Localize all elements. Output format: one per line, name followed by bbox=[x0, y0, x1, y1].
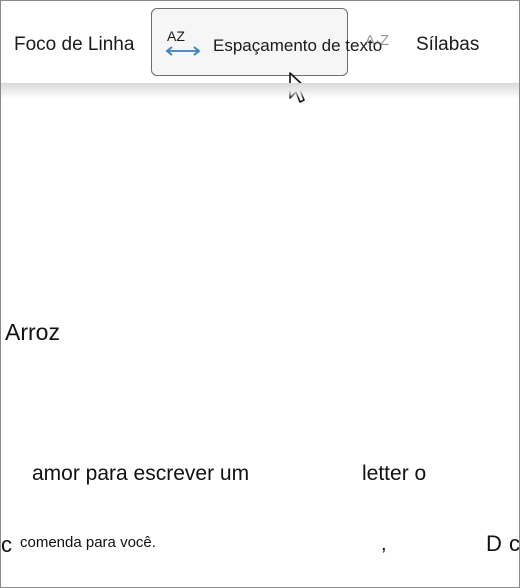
syllable-icon: A·Z bbox=[365, 32, 390, 49]
az-spacing-icon: AZ bbox=[165, 28, 201, 56]
text-line-2: comenda para você. bbox=[20, 534, 156, 551]
text-line-1-part-2: letter o bbox=[362, 462, 427, 485]
text-preferences-toolbar: Foco de Linha AZ Espaçamento de texto A·… bbox=[1, 1, 519, 103]
text-line-2-letter-c-end: c bbox=[509, 531, 520, 556]
toolbar-shadow bbox=[1, 83, 519, 99]
text-line-1-part-1: amor para escrever um bbox=[32, 462, 250, 485]
text-line-2-comma: , bbox=[381, 533, 387, 555]
line-focus-option[interactable]: Foco de Linha bbox=[14, 34, 134, 56]
text-line-2-letter-d: D bbox=[486, 531, 502, 556]
az-spacing-icon-text: AZ bbox=[167, 28, 185, 44]
syllables-option[interactable]: Sílabas bbox=[416, 34, 479, 56]
word-title: Arroz bbox=[5, 319, 60, 345]
immersive-reader-window: Foco de Linha AZ Espaçamento de texto A·… bbox=[0, 0, 520, 588]
text-line-2-letter-c: c bbox=[1, 532, 12, 557]
text-spacing-label: Espaçamento de texto bbox=[213, 36, 383, 55]
